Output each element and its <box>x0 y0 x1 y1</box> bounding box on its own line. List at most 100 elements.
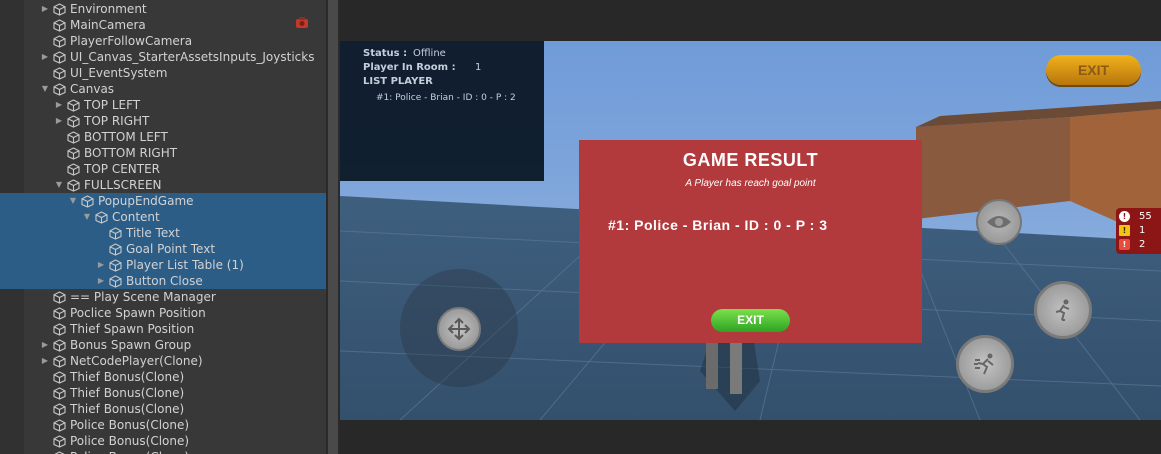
collapse-arrow-icon[interactable]: ▶ <box>54 113 64 129</box>
hierarchy-item-label: Poclice Spawn Position <box>70 306 206 320</box>
error-count: ! 55 <box>1119 210 1161 224</box>
gameobject-cube-icon <box>53 291 66 304</box>
hierarchy-item-label: FULLSCREEN <box>84 178 162 192</box>
hierarchy-item[interactable]: Title Text <box>0 225 326 241</box>
expand-arrow-icon[interactable]: ▼ <box>54 177 64 193</box>
hierarchy-item[interactable]: ▶ TOP LEFT <box>0 97 326 113</box>
collapse-arrow-icon[interactable]: ▶ <box>40 337 50 353</box>
gameobject-cube-icon <box>67 131 80 144</box>
hierarchy-item[interactable]: Thief Bonus(Clone) <box>0 369 326 385</box>
hierarchy-item[interactable]: Thief Bonus(Clone) <box>0 385 326 401</box>
game-viewport: Status : Offline Player In Room : 1 LIST… <box>340 41 1161 420</box>
hierarchy-item-label: Thief Bonus(Clone) <box>70 402 185 416</box>
hierarchy-item-label: NetCodePlayer(Clone) <box>70 354 203 368</box>
hierarchy-item-label: == Play Scene Manager <box>70 290 216 304</box>
hierarchy-item-label: Police Bonus(Clone) <box>70 434 190 448</box>
hierarchy-item[interactable]: ▶ Bonus Spawn Group <box>0 337 326 353</box>
hierarchy-item-label: Thief Spawn Position <box>70 322 195 336</box>
info-icon: ! <box>1119 239 1130 250</box>
expand-arrow-icon[interactable]: ▼ <box>40 81 50 97</box>
list-player-entry: #1: Police - Brian - ID : 0 - P : 2 <box>376 93 516 103</box>
hierarchy-item[interactable]: BOTTOM LEFT <box>0 129 326 145</box>
hierarchy-item[interactable]: ▼ FULLSCREEN <box>0 177 326 193</box>
hierarchy-item[interactable]: Thief Bonus(Clone) <box>0 401 326 417</box>
hierarchy-item[interactable]: ▼ PopupEndGame <box>0 193 326 209</box>
hierarchy-item[interactable]: Thief Spawn Position <box>0 321 326 337</box>
list-player-label: LIST PLAYER <box>363 76 433 87</box>
expand-arrow-icon[interactable]: ▼ <box>82 209 92 225</box>
hierarchy-item-label: TOP LEFT <box>84 98 141 112</box>
gameobject-cube-icon <box>53 403 66 416</box>
hierarchy-item[interactable]: ▶ TOP RIGHT <box>0 113 326 129</box>
gameobject-cube-icon <box>67 115 80 128</box>
expand-arrow-icon[interactable]: ▼ <box>68 193 78 209</box>
gameobject-cube-icon <box>67 179 80 192</box>
hierarchy-item-label: Title Text <box>126 226 180 240</box>
hierarchy-item-label: TOP CENTER <box>84 162 161 176</box>
eye-icon <box>987 216 1011 228</box>
hierarchy-item-label: BOTTOM LEFT <box>84 130 168 144</box>
gameobject-cube-icon <box>53 419 66 432</box>
hierarchy-item-label: Content <box>112 210 160 224</box>
hierarchy-item[interactable]: PlayerFollowCamera <box>0 33 326 49</box>
hierarchy-item[interactable]: Police Bonus(Clone) <box>0 417 326 433</box>
players-label: Player In Room : <box>363 62 456 73</box>
gameobject-cube-icon <box>67 147 80 160</box>
hierarchy-item[interactable]: Goal Point Text <box>0 241 326 257</box>
hierarchy-item[interactable]: ▼ Content <box>0 209 326 225</box>
gameobject-cube-icon <box>53 19 66 32</box>
hierarchy-item[interactable]: Police Bonus(Clone) <box>0 433 326 449</box>
hierarchy-item[interactable]: ▶ Player List Table (1) <box>0 257 326 273</box>
collapse-arrow-icon[interactable]: ▶ <box>40 49 50 65</box>
hierarchy-item[interactable]: ▶ Button Close <box>0 273 326 289</box>
hierarchy-item-label: UI_Canvas_StarterAssetsInputs_Joysticks <box>70 50 315 64</box>
sprint-button[interactable] <box>956 335 1014 393</box>
error-icon: ! <box>1119 211 1130 222</box>
console-issues-badge[interactable]: ! 55 ! 1 ! 2 <box>1116 208 1161 254</box>
hierarchy-item[interactable]: Poclice Spawn Position <box>0 305 326 321</box>
gameobject-cube-icon <box>109 243 122 256</box>
network-status-panel: Status : Offline Player In Room : 1 LIST… <box>340 41 544 181</box>
popup-exit-button[interactable]: EXIT <box>711 309 790 332</box>
gameobject-cube-icon <box>53 387 66 400</box>
hierarchy-item-label: UI_EventSystem <box>70 66 168 80</box>
popup-title: GAME RESULT <box>682 150 819 170</box>
info-count: ! 2 <box>1119 238 1161 252</box>
gameobject-cube-icon <box>53 435 66 448</box>
collapse-arrow-icon[interactable]: ▶ <box>96 257 106 273</box>
exit-top-button[interactable]: EXIT <box>1046 55 1141 85</box>
warning-count: ! 1 <box>1119 224 1161 238</box>
hierarchy-item-label: Canvas <box>70 82 115 96</box>
hierarchy-item[interactable]: TOP CENTER <box>0 161 326 177</box>
collapse-arrow-icon[interactable]: ▶ <box>96 273 106 289</box>
collapse-arrow-icon[interactable]: ▶ <box>54 97 64 113</box>
hierarchy-item[interactable]: ▼ Canvas <box>0 81 326 97</box>
gameobject-cube-icon <box>53 355 66 368</box>
gameobject-cube-icon <box>109 227 122 240</box>
collapse-arrow-icon[interactable]: ▶ <box>40 1 50 17</box>
hierarchy-item[interactable]: ▶ Environment <box>0 1 326 17</box>
run-icon <box>1055 299 1070 321</box>
hierarchy-item-label: TOP RIGHT <box>84 114 150 128</box>
hierarchy-item[interactable]: Police Bonus(Clone) <box>0 449 326 454</box>
collapse-arrow-icon[interactable]: ▶ <box>40 353 50 369</box>
hierarchy-item-label: Environment <box>70 2 147 16</box>
hierarchy-item[interactable]: ▶ NetCodePlayer(Clone) <box>0 353 326 369</box>
recording-icon[interactable] <box>295 17 309 29</box>
hierarchy-item[interactable]: BOTTOM RIGHT <box>0 145 326 161</box>
joystick-knob[interactable] <box>437 307 481 351</box>
hierarchy-panel: ▶ Environment MainCamera PlayerFollowCamera… <box>0 0 326 454</box>
gameobject-cube-icon <box>53 3 66 16</box>
gameobject-cube-icon <box>109 275 122 288</box>
gameobject-cube-icon <box>109 259 122 272</box>
hierarchy-item[interactable]: UI_EventSystem <box>0 65 326 81</box>
hierarchy-item[interactable]: MainCamera <box>0 17 326 33</box>
hierarchy-item[interactable]: ▶ UI_Canvas_StarterAssetsInputs_Joysticks <box>0 49 326 65</box>
gameobject-cube-icon <box>95 211 108 224</box>
hierarchy-item-label: PopupEndGame <box>98 194 194 208</box>
gameobject-cube-icon <box>67 163 80 176</box>
hierarchy-item[interactable]: == Play Scene Manager <box>0 289 326 305</box>
run-button[interactable] <box>1034 281 1092 339</box>
camera-toggle-button[interactable] <box>976 199 1022 245</box>
panel-divider[interactable] <box>326 0 340 454</box>
